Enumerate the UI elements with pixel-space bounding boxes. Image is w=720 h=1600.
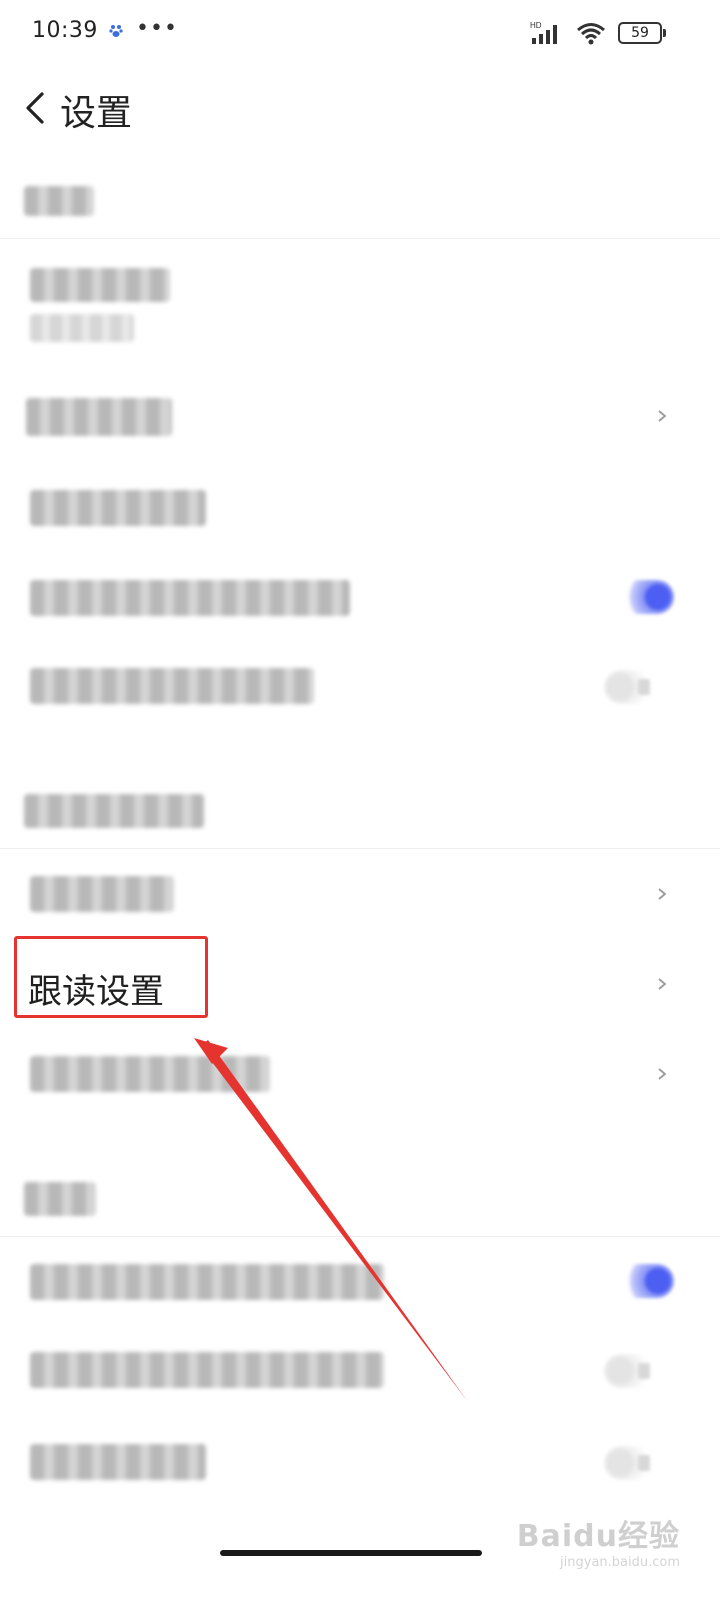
toggle-switch-off[interactable] [604,670,658,704]
battery-icon: 59 [618,22,666,44]
toggle-switch-off[interactable] [604,1354,658,1388]
list-item-label-blurred [30,1056,270,1092]
section-header-blurred [24,186,94,216]
more-notifications-icon: ••• [136,16,178,41]
section-divider [0,238,720,239]
list-item-label-blurred [30,1444,206,1480]
toggle-switch-on[interactable] [620,580,674,614]
watermark-logo: Baidu经验 [516,1519,680,1554]
list-item-label-blurred [30,268,170,302]
list-item-label-blurred [30,1264,384,1300]
list-item-label-blurred [30,1352,384,1388]
highlight-box [14,936,208,1018]
toggle-switch-on[interactable] [620,1264,674,1298]
status-time: 10:39 [32,18,98,43]
chevron-right-icon [658,410,667,422]
section-header-blurred [24,1182,96,1216]
chevron-right-icon [658,978,667,990]
section-divider [0,848,720,849]
section-divider [0,1236,720,1237]
list-item-label-blurred [30,580,350,616]
page-title: 设置 [60,93,133,134]
baidu-paw-icon [109,25,123,37]
back-button[interactable] [22,90,50,126]
list-item-label-blurred [26,398,172,436]
baidu-watermark: Baidu经验 jingyan.baidu.com [517,1511,680,1570]
network-label: HD [530,21,542,30]
signal-icon: HD [530,21,557,44]
wifi-icon [577,23,605,45]
list-item-label-blurred [30,876,174,912]
home-indicator[interactable] [220,1550,482,1556]
section-header-blurred [24,794,204,828]
toggle-switch-off[interactable] [604,1446,658,1480]
watermark-url: jingyan.baidu.com [560,1555,680,1570]
list-item-sublabel-blurred [30,314,134,342]
chevron-right-icon [658,888,667,900]
list-item-label-blurred [30,490,206,526]
list-item-label-blurred [30,668,314,704]
status-icons: HD 59 [530,20,666,46]
chevron-right-icon [658,1068,667,1080]
